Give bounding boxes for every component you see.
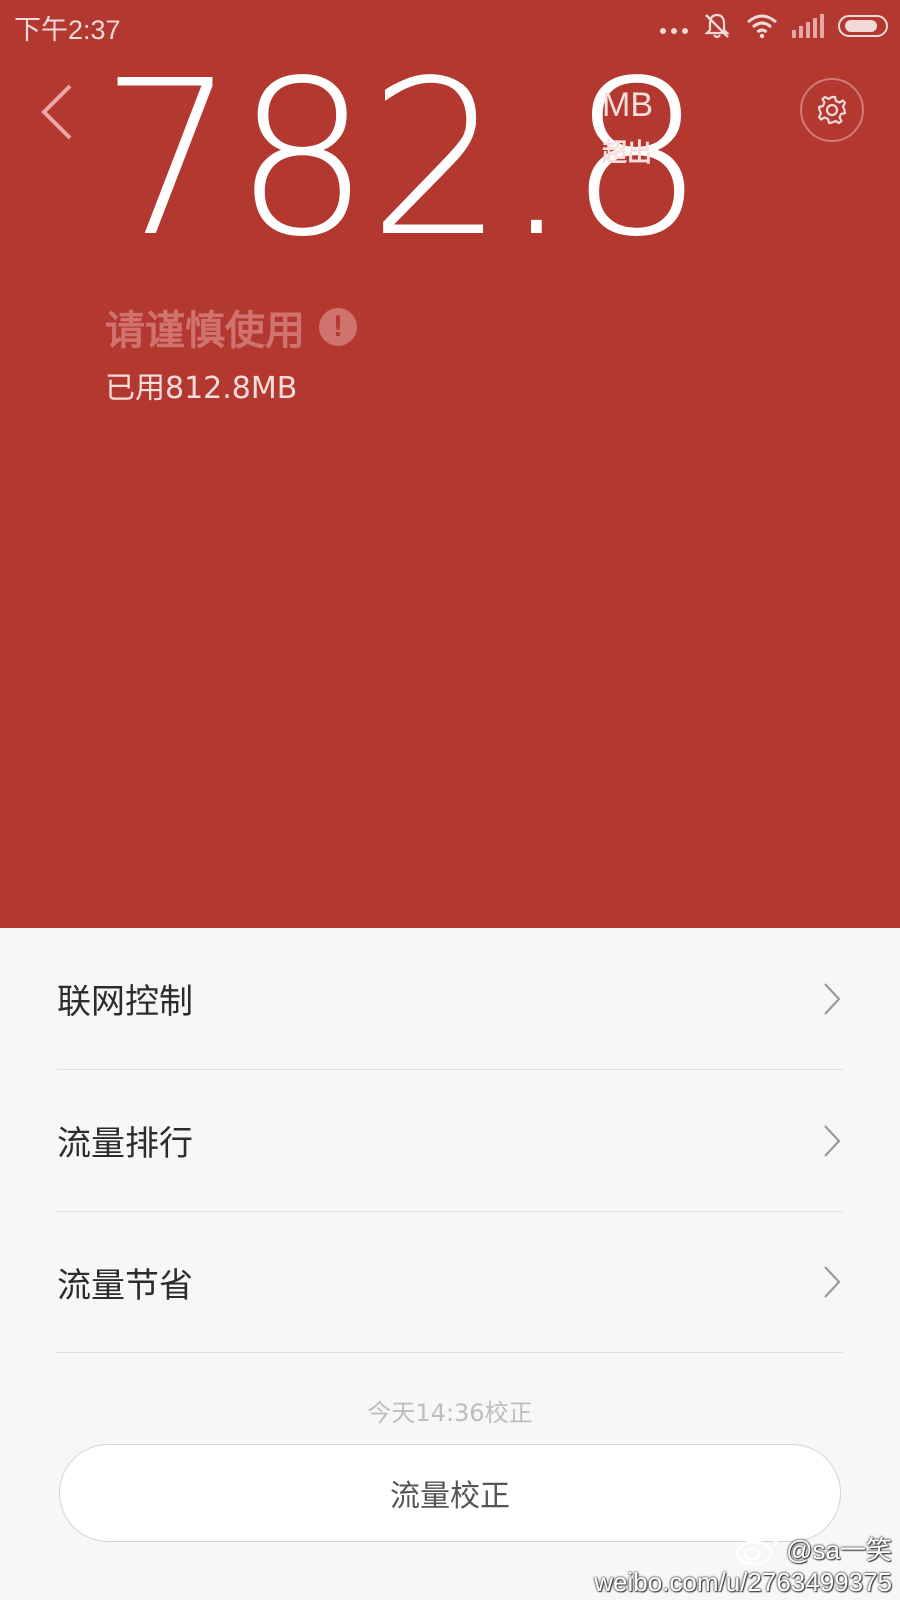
battery-icon <box>838 15 888 37</box>
amount-unit: MB <box>602 86 653 124</box>
usage-header: 下午2:37 782.8 MB 超出 请谨慎使用 ! 已用812.8MB <box>0 0 900 928</box>
used-amount: 已用812.8MB <box>105 371 298 406</box>
weibo-watermark: @sa一笑 weibo.com/u/2763499375 <box>594 1530 892 1598</box>
more-dots-icon <box>660 28 688 34</box>
menu-item-label: 流量排行 <box>57 1124 193 1164</box>
back-button[interactable] <box>38 82 78 142</box>
settings-button[interactable] <box>800 78 864 142</box>
chevron-left-icon <box>41 84 72 140</box>
cellular-signal-icon <box>792 14 824 38</box>
calibrate-traffic-button[interactable]: 流量校正 <box>59 1444 841 1542</box>
caution-message: 请谨慎使用 ! <box>105 298 357 356</box>
last-calibration-time: 今天14:36校正 <box>367 1399 533 1427</box>
menu-item-data-saver[interactable]: 流量节省 <box>57 1212 843 1353</box>
menu-item-label: 流量节省 <box>57 1265 193 1306</box>
weibo-logo-icon <box>735 1533 778 1565</box>
options-list: 联网控制 流量排行 流量节省 <box>57 928 843 1353</box>
chevron-right-icon <box>824 982 841 1015</box>
chevron-right-icon <box>824 1124 841 1157</box>
usage-status: 超出 <box>602 138 653 167</box>
watermark-url: weibo.com/u/2763499375 <box>594 1567 892 1597</box>
menu-item-network-control[interactable]: 联网控制 <box>57 928 843 1070</box>
chevron-right-icon <box>824 1266 841 1298</box>
wifi-icon <box>747 14 777 39</box>
menu-item-traffic-ranking[interactable]: 流量排行 <box>57 1070 843 1212</box>
notifications-muted-icon <box>704 13 730 39</box>
exclamation-circle-icon: ! <box>319 308 357 346</box>
menu-item-label: 联网控制 <box>57 982 193 1022</box>
watermark-user: @sa一笑 <box>786 1535 892 1565</box>
gear-icon <box>817 95 847 125</box>
caution-text: 请谨慎使用 <box>105 308 305 354</box>
